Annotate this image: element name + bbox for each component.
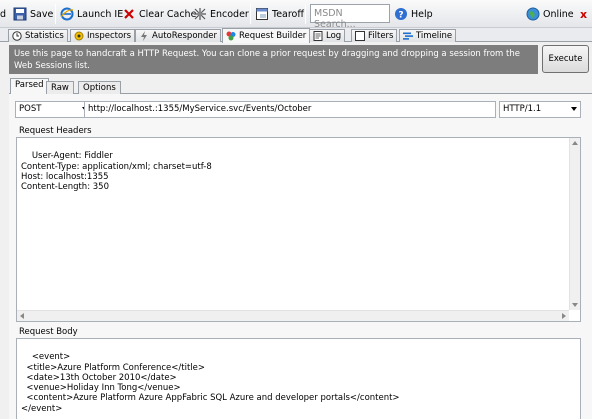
- online-label: Online: [543, 8, 574, 20]
- timeline-icon: [403, 31, 413, 41]
- globe-icon: [526, 7, 540, 21]
- main-toolbar: d Save Launch IE Clear Cache Encoder Tea…: [0, 0, 592, 30]
- clear-cache-icon: [122, 7, 136, 21]
- headers-horizontal-scrollbar[interactable]: [17, 310, 569, 321]
- ie-icon: [60, 7, 74, 21]
- lightning-icon: [139, 31, 149, 41]
- request-builder-subtabs: Parsed Raw Options: [9, 78, 592, 94]
- clock-icon: [12, 31, 22, 41]
- online-indicator[interactable]: Online: [526, 4, 574, 24]
- method-select[interactable]: POST: [15, 101, 92, 118]
- request-headers-textarea[interactable]: User-Agent: Fiddler Content-Type: applic…: [16, 137, 581, 322]
- builder-icon: [226, 31, 236, 41]
- msdn-search-input[interactable]: MSDN Search...: [310, 4, 390, 30]
- tab-label: Log: [326, 31, 342, 41]
- help-button[interactable]: ? Help: [394, 4, 433, 24]
- chevron-down-icon: [571, 107, 577, 111]
- inspector-tab-strip: Statistics Inspectors AutoResponder Requ…: [0, 28, 592, 43]
- tab-timeline[interactable]: Timeline: [399, 29, 457, 42]
- encoder-button[interactable]: Encoder: [193, 4, 249, 24]
- save-icon: [13, 7, 27, 21]
- http-version-select[interactable]: HTTP/1.1: [499, 101, 581, 118]
- toolbar-separator: [250, 4, 251, 24]
- tab-filters[interactable]: Filters: [351, 29, 398, 42]
- clear-cache-button[interactable]: Clear Cache: [122, 4, 196, 24]
- save-button[interactable]: Save: [13, 4, 53, 24]
- request-headers-text: User-Agent: Fiddler Content-Type: applic…: [21, 151, 212, 193]
- tab-statistics[interactable]: Statistics: [8, 29, 68, 42]
- http-version-value: HTTP/1.1: [503, 104, 542, 114]
- svg-text:?: ?: [398, 11, 403, 21]
- save-label: Save: [30, 8, 54, 20]
- help-icon: ?: [394, 7, 408, 21]
- tab-label: Request Builder: [239, 31, 307, 41]
- subtab-raw[interactable]: Raw: [46, 81, 74, 94]
- tearoff-button[interactable]: Tearoff: [255, 4, 304, 24]
- launch-ie-button[interactable]: Launch IE: [60, 4, 123, 24]
- scroll-down-icon[interactable]: [572, 303, 578, 307]
- request-body-label: Request Body: [19, 327, 78, 337]
- tab-log[interactable]: Log: [309, 29, 346, 42]
- tab-label: Inspectors: [87, 31, 132, 41]
- tab-autoresponder[interactable]: AutoResponder: [135, 29, 222, 42]
- request-body-textarea[interactable]: <event> <title>Azure Platform Conference…: [16, 338, 581, 419]
- help-label: Help: [411, 8, 433, 20]
- headers-vertical-scrollbar[interactable]: [569, 138, 580, 310]
- tearoff-label: Tearoff: [272, 8, 304, 20]
- parsed-panel: POST http://localhost.:1355/MyService.sv…: [9, 94, 592, 419]
- info-banner: Use this page to handcraft a HTTP Reques…: [9, 45, 538, 74]
- close-icon[interactable]: x: [580, 4, 587, 24]
- execute-button[interactable]: Execute: [542, 45, 589, 73]
- cut-button[interactable]: d: [0, 4, 6, 24]
- tearoff-icon: [255, 7, 269, 21]
- encoder-label: Encoder: [210, 8, 249, 20]
- launch-ie-label: Launch IE: [77, 8, 124, 20]
- tab-label: AutoResponder: [152, 31, 218, 41]
- scroll-up-icon[interactable]: [572, 141, 578, 145]
- tab-label: Timeline: [416, 31, 453, 41]
- tab-label: Filters: [368, 31, 394, 41]
- method-value: POST: [19, 104, 42, 114]
- scroll-right-icon[interactable]: [562, 313, 566, 319]
- checkbox-icon: [355, 31, 365, 41]
- clear-cache-label: Clear Cache: [139, 8, 197, 20]
- scroll-left-icon[interactable]: [20, 313, 24, 319]
- request-headers-label: Request Headers: [19, 126, 92, 136]
- subtab-options[interactable]: Options: [78, 81, 121, 94]
- tab-request-builder[interactable]: Request Builder: [222, 28, 311, 43]
- url-input[interactable]: http://localhost.:1355/MyService.svc/Eve…: [84, 101, 496, 118]
- log-icon: [313, 31, 323, 41]
- encoder-icon: [193, 7, 207, 21]
- subtab-parsed[interactable]: Parsed: [10, 78, 49, 94]
- inspectors-icon: [74, 31, 84, 41]
- tab-inspectors[interactable]: Inspectors: [70, 29, 136, 42]
- cut-label: d: [0, 8, 7, 20]
- tab-label: Statistics: [25, 31, 64, 41]
- toolbar-separator: [305, 4, 306, 24]
- request-body-text: <event> <title>Azure Platform Conference…: [21, 352, 400, 414]
- toolbar-separator: [55, 4, 56, 24]
